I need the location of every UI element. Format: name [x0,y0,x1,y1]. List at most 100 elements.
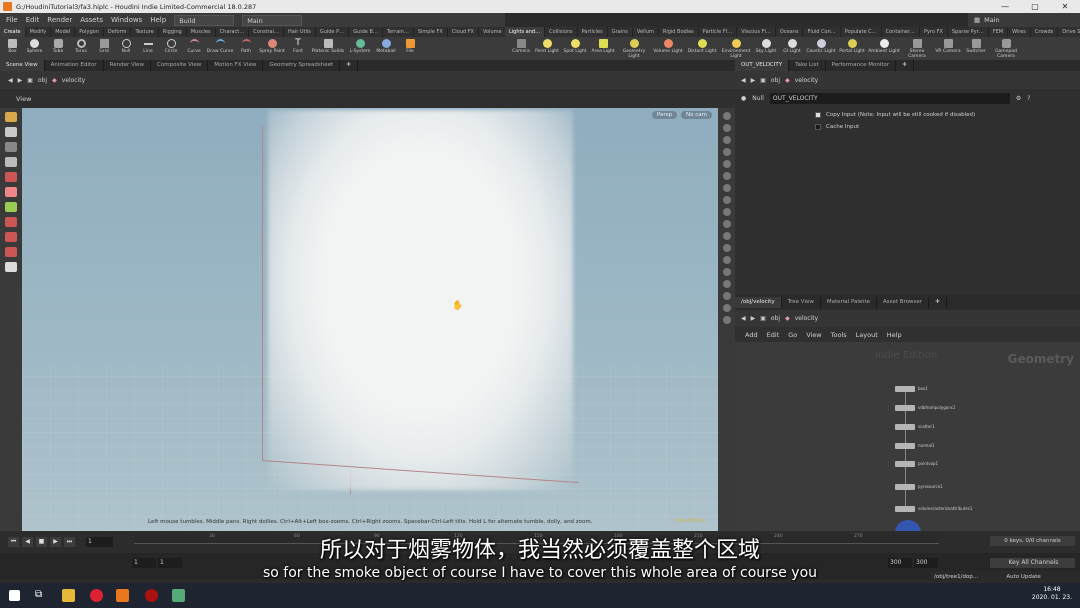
gi-light-tool[interactable]: GI Light [779,39,805,54]
net-menu-tools[interactable]: Tools [831,331,847,339]
tab-parameters[interactable]: OUT_VELOCITY [735,60,790,71]
shelf-tab[interactable]: Drive Sim… [1058,27,1080,37]
lsystem-tool[interactable]: L-System [347,39,373,54]
display-toggle-icon[interactable] [722,160,731,168]
display-options-icon[interactable] [5,262,17,272]
view-tool-icon[interactable] [5,202,17,212]
tab-tree-view[interactable]: Tree View [782,297,821,308]
stereo-camera-tool[interactable]: Stereo Camera [901,39,933,59]
switcher-tool[interactable]: Switcher [963,39,989,54]
shelf-tab[interactable]: Crowds [1031,27,1059,37]
file-tool[interactable]: File [399,39,421,54]
grid-tool[interactable]: Grid [93,39,115,54]
draw-curve-tool[interactable]: Draw Curve [205,39,235,54]
add-tab-icon[interactable]: ✚ [340,60,358,71]
tab-animation-editor[interactable]: Animation Editor [45,60,104,71]
metaball-tool[interactable]: Metaball [373,39,399,54]
shelf-tab[interactable]: FEM [989,27,1009,37]
tab-material-palette[interactable]: Material Palette [821,297,877,308]
shelf-tab[interactable]: Wires [1008,27,1031,37]
app-taskbar-icon[interactable] [145,589,158,602]
null-tool[interactable]: Null [115,39,137,54]
display-toggle-icon[interactable] [722,268,731,276]
shelf-tab[interactable]: Constrai… [249,27,285,37]
sky-light-tool[interactable]: Sky Light [753,39,779,54]
select-tool-icon[interactable] [5,112,17,122]
path-node[interactable]: velocity [62,77,85,84]
node-box1[interactable]: box1 [895,385,928,392]
shelf-tab[interactable]: Vellum [633,27,659,37]
net-menu-help[interactable]: Help [887,331,902,339]
net-menu-view[interactable]: View [806,331,821,339]
sphere-tool[interactable]: Sphere [22,39,47,54]
scene-viewport[interactable]: Persp No cam ✋ Left mouse tumbles. Middl… [22,108,718,531]
tab-render-view[interactable]: Render View [104,60,152,71]
shelf-tab[interactable]: Volume [479,27,507,37]
display-toggle-icon[interactable] [722,184,731,192]
build-selector[interactable]: Build [174,14,235,26]
font-tool[interactable]: T Font [287,39,309,55]
node-pointvop1[interactable]: pointvop1 [895,460,938,467]
display-toggle-icon[interactable] [722,172,731,180]
display-toggle-icon[interactable] [722,316,731,324]
pose-tool-icon[interactable] [5,142,17,152]
display-toggle-icon[interactable] [722,124,731,132]
curve-tool[interactable]: Curve [183,39,205,54]
tab-geometry-spreadsheet[interactable]: Geometry Spreadsheet [263,60,341,71]
node-volumerasterizeattributes1[interactable]: volumerasterizeattributes1 [895,505,972,512]
platonic-solids-tool[interactable]: Platonic Solids [309,39,347,54]
shelf-tab[interactable]: Grains [608,27,633,37]
output-node[interactable] [895,520,921,531]
windows-start-icon[interactable] [9,590,20,601]
ambient-light-tool[interactable]: Ambient Light [867,39,901,54]
net-menu-go[interactable]: Go [788,331,797,339]
auto-update-button[interactable]: Auto Update [1006,574,1040,580]
close-button[interactable]: ✕ [1050,0,1080,13]
area-light-tool[interactable]: Area Light [589,39,617,54]
shelf-tab[interactable]: Polygon [75,27,104,37]
tab-motion-fx-view[interactable]: Motion FX View [208,60,264,71]
shelf-tab[interactable]: Rigid Bodies [659,27,699,37]
environment-light-tool[interactable]: Environment Light [719,39,753,59]
tube-tool[interactable]: Tube [47,39,69,54]
menu-file[interactable]: File [6,16,18,24]
shelf-tab[interactable]: Lights and… [505,27,546,37]
shelf-tab[interactable]: Particle Fl… [699,27,738,37]
shelf-tab[interactable]: Pyro FX [920,27,948,37]
shelf-tab[interactable]: Particles [578,27,608,37]
shelf-tab[interactable]: Guide B… [349,27,383,37]
display-toggle-icon[interactable] [722,304,731,312]
display-toggle-icon[interactable] [722,208,731,216]
forward-icon[interactable]: ▶ [751,77,756,84]
display-toggle-icon[interactable] [722,112,731,120]
circle-tool[interactable]: Circle [159,39,183,54]
net-menu-edit[interactable]: Edit [767,331,780,339]
shelf-tab[interactable]: Terrain… [383,27,414,37]
maximize-button[interactable]: ▢ [1020,0,1050,13]
help-icon[interactable]: ? [1027,95,1030,102]
persp-menu[interactable]: Persp [651,111,678,119]
display-toggle-icon[interactable] [722,292,731,300]
back-icon[interactable]: ◀ [741,315,746,322]
add-tab-icon[interactable]: ✚ [896,60,914,71]
menu-help[interactable]: Help [150,16,166,24]
tab-take-list[interactable]: Take List [789,60,826,71]
file-explorer-icon[interactable] [62,589,75,602]
shelf-tab[interactable]: Modify [26,27,52,37]
brush-tool-icon[interactable] [5,187,17,197]
line-tool[interactable]: Line [137,39,159,54]
tab-performance-monitor[interactable]: Performance Monitor [826,60,897,71]
point-light-tool[interactable]: Point Light [533,39,561,54]
photos-taskbar-icon[interactable] [172,589,185,602]
copy-input-checkbox[interactable] [815,112,821,118]
menu-windows[interactable]: Windows [111,16,142,24]
path-root[interactable]: obj [38,77,47,84]
torus-tool[interactable]: Torus [69,39,93,54]
caustic-light-tool[interactable]: Caustic Light [805,39,837,54]
camera-menu[interactable]: No cam [681,111,712,119]
desktop-selector[interactable]: ▦ Main [968,13,1080,27]
minimize-button[interactable]: — [990,0,1020,13]
shelf-tab[interactable]: Collisions [545,27,578,37]
shelf-tab[interactable]: Cloud FX [448,27,479,37]
path-tool[interactable]: Path [235,39,257,54]
